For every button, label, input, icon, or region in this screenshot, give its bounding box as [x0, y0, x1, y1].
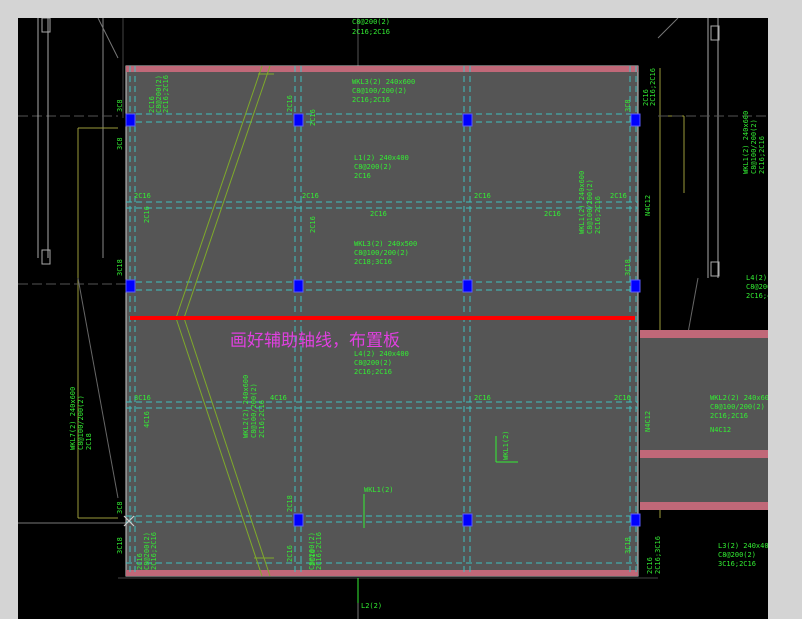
column[interactable] [293, 113, 304, 127]
beam-label: 2C16;2C16 [352, 96, 390, 104]
far-right-beam-label: WKL1(2) 240x600 C8@100/200(2) 2C16;2C16 [742, 111, 766, 174]
svg-text:WKL7(2) 240x600: WKL7(2) 240x600 [69, 387, 77, 450]
svg-text:2C16;2C16: 2C16;2C16 [315, 532, 323, 570]
beam-label: L1(2) 240x400 [354, 154, 409, 162]
svg-text:WKL2(2) 240x600: WKL2(2) 240x600 [242, 375, 250, 438]
slab-area[interactable] [125, 65, 639, 577]
rebar-tag: 2C16 [614, 394, 631, 402]
svg-text:2C16;2C16: 2C16;2C16 [758, 136, 766, 174]
beam-label: WKL1(2) [364, 486, 394, 494]
svg-text:2C16: 2C16 [286, 95, 294, 112]
svg-text:2C16: 2C16 [143, 206, 151, 223]
rebar-tag: 2C16 [474, 394, 491, 402]
svg-text:2C16;2C16: 2C16;2C16 [162, 75, 170, 113]
beam-label: 2C16 [354, 172, 371, 180]
svg-text:3C8: 3C8 [116, 501, 124, 514]
column[interactable] [125, 279, 136, 293]
rebar-tag: 4C16 [270, 394, 287, 402]
svg-text:4C16: 4C16 [143, 411, 151, 428]
column[interactable] [630, 279, 641, 293]
beam-label: C8@100/200(2) [354, 249, 409, 257]
svg-text:C8@100/200(2): C8@100/200(2) [77, 395, 85, 450]
svg-text:C8@100/200(2): C8@100/200(2) [750, 119, 758, 174]
cad-drawing-viewport[interactable]: C8@200(2) 2C16;2C16 WKL3(2) 240x600 C8@1… [18, 18, 768, 619]
svg-text:2C16;2C16: 2C16;2C16 [150, 532, 158, 570]
svg-text:3C8: 3C8 [116, 137, 124, 150]
rebar-tag: 3C16 [134, 394, 151, 402]
svg-text:2C18: 2C18 [85, 433, 93, 450]
beam-label: N4C12 [644, 411, 652, 432]
beam-label: N4C12 [644, 195, 652, 216]
top-edge-beam[interactable] [126, 66, 638, 72]
beam-label: C8@200(2) [746, 283, 768, 291]
svg-text:2C16: 2C16 [286, 545, 294, 562]
right-edge-beam-label: 2C16 2C16;2C16 [642, 68, 657, 106]
svg-text:3C18: 3C18 [624, 537, 632, 554]
svg-text:2C16: 2C16 [309, 109, 317, 126]
column[interactable] [293, 279, 304, 293]
beam-label: C8@200(2) [354, 359, 392, 367]
svg-text:2C16;2C16: 2C16;2C16 [594, 196, 602, 234]
svg-text:2C16;2C16: 2C16;2C16 [258, 400, 266, 438]
left-beam-label: WKL7(2) 240x600 C8@100/200(2) 2C18 [69, 387, 93, 450]
beam-label: 2C16;4C [746, 292, 768, 300]
beam-label: L4(2) 240x400 [354, 350, 409, 358]
beam-label: 2C16;2C16 [710, 412, 748, 420]
right-extension-slab[interactable] [640, 330, 768, 508]
column[interactable] [125, 113, 136, 127]
rebar-tag: 2C16 [302, 192, 319, 200]
beam-label: L4(2) 240x400 [746, 274, 768, 282]
beam-label: 2C16;2C16 [352, 28, 390, 36]
svg-text:3C18: 3C18 [116, 537, 124, 554]
svg-text:C8@100/200(2): C8@100/200(2) [250, 383, 258, 438]
right-ext-bottom-beam[interactable] [640, 502, 768, 510]
bottom-right-vertical-label: 2C16 2C16;3C16 [646, 536, 662, 574]
beam-label: WKL2(2) 240x600 [710, 394, 768, 402]
beam-label: C8@200(2) [352, 18, 390, 26]
rebar-tag: 2C16 [544, 210, 561, 218]
svg-text:C8@100/200(2): C8@100/200(2) [586, 179, 594, 234]
beam-label: C8@200(2) [718, 551, 756, 559]
svg-text:3C18: 3C18 [116, 259, 124, 276]
column[interactable] [462, 513, 473, 527]
svg-text:3C8: 3C8 [116, 99, 124, 112]
svg-text:3C18: 3C18 [624, 259, 632, 276]
column[interactable] [293, 513, 304, 527]
svg-text:2C18: 2C18 [286, 495, 294, 512]
rebar-tag: 2C16 [370, 210, 387, 218]
beam-label: 3C16;2C16 [718, 560, 756, 568]
column[interactable] [462, 279, 473, 293]
beam-label: 2C18;3C16 [354, 258, 392, 266]
right-ext-top-beam[interactable] [640, 330, 768, 338]
beam-label: L3(2) 240x400 [718, 542, 768, 550]
column[interactable] [630, 513, 641, 527]
svg-text:WKL1(2) 240x600: WKL1(2) 240x600 [742, 111, 750, 174]
beam-label: C8@100/200(2) [352, 87, 407, 95]
beam-label: C8@100/200(2) [710, 403, 765, 411]
beam-label: WKL3(2) 240x500 [354, 240, 417, 248]
beam-label: C8@200(2) [354, 163, 392, 171]
bottom-edge-beam[interactable] [126, 570, 638, 576]
svg-text:2C16;3C16: 2C16;3C16 [654, 536, 662, 574]
beam-label: L2(2) [361, 602, 382, 610]
column[interactable] [630, 113, 641, 127]
svg-text:2C16;2C16: 2C16;2C16 [649, 68, 657, 106]
right-ext-mid-beam[interactable] [640, 450, 768, 458]
rebar-tag: 2C16 [610, 192, 627, 200]
beam-label: 2C16;2C16 [354, 368, 392, 376]
annotation-note[interactable]: 画好辅助轴线，布置板 [230, 331, 400, 351]
beam-label: N4C12 [710, 426, 731, 434]
rebar-tag: 2C16 [474, 192, 491, 200]
floor-plan-drawing[interactable]: C8@200(2) 2C16;2C16 WKL3(2) 240x600 C8@1… [18, 18, 768, 619]
beam-label: WKL1(2) [502, 430, 510, 460]
rebar-tag: 2C16 [134, 192, 151, 200]
svg-text:2C16: 2C16 [309, 216, 317, 233]
svg-text:WKL1(2) 240x600: WKL1(2) 240x600 [578, 171, 586, 234]
beam-label: WKL3(2) 240x600 [352, 78, 415, 86]
svg-text:3C8: 3C8 [624, 99, 632, 112]
column[interactable] [462, 113, 473, 127]
svg-text:2C16: 2C16 [646, 557, 654, 574]
